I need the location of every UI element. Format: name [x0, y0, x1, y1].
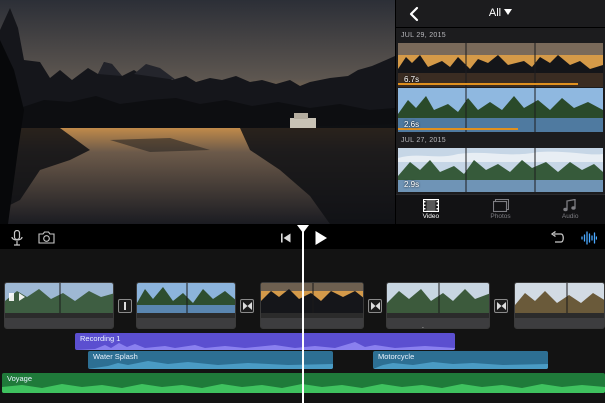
clip-audio-lane [515, 318, 604, 328]
clip-audio-lane [261, 318, 363, 328]
play-button[interactable] [312, 229, 330, 246]
transition-crossfade[interactable] [368, 299, 382, 313]
filter-dropdown[interactable]: All [396, 7, 605, 19]
clip-duration: 2.9s [404, 180, 420, 189]
clip-thumbnail-strip [387, 283, 489, 313]
tab-video-label: Video [422, 213, 440, 220]
playhead[interactable] [302, 225, 304, 403]
play-icon [315, 230, 327, 245]
photos-icon [492, 199, 509, 212]
crossfade-icon [242, 302, 252, 310]
clip-duration: 6.7s [404, 75, 420, 84]
tab-video[interactable]: Video [396, 195, 466, 224]
microphone-icon [11, 229, 23, 246]
timeline-video-clip[interactable] [260, 282, 364, 329]
clip-thumbnail-strip [398, 43, 603, 87]
clip-marker-icon [9, 293, 14, 301]
caret-down-icon [504, 9, 513, 15]
voiceover-button[interactable] [8, 229, 26, 246]
media-clip[interactable]: 6.7s [398, 43, 603, 87]
date-header: JUL 29, 2015 [401, 32, 446, 39]
transition-bar-icon [124, 302, 126, 310]
skip-back-icon [281, 233, 291, 242]
crossfade-icon [496, 302, 506, 310]
playhead-handle[interactable] [297, 225, 309, 233]
film-icon [422, 199, 439, 212]
tab-photos-label: Photos [490, 213, 511, 220]
audio-clip-label: Recording 1 [80, 334, 121, 343]
undo-icon [550, 230, 564, 243]
crossfade-icon [370, 302, 380, 310]
transition-none[interactable] [118, 299, 132, 313]
media-type-tabs: Video Photos Audio [396, 194, 605, 224]
clip-audio-lane [387, 318, 489, 328]
waveform-icon [581, 230, 597, 245]
clip-audio-lane [137, 318, 235, 328]
browser-header: All [396, 0, 605, 28]
clip-thumbnail-strip [398, 88, 603, 132]
timeline-video-clip[interactable] [514, 282, 605, 329]
clip-thumbnail-strip [137, 283, 235, 313]
date-header: JUL 27, 2015 [401, 137, 446, 144]
undo-button[interactable] [548, 229, 566, 246]
audio-clip-label: Water Splash [93, 352, 138, 361]
transition-crossfade[interactable] [240, 299, 254, 313]
audio-waveform [75, 342, 455, 350]
media-browser: All JUL 29, 2015 6.7s 2.6s JUL 27, 2015 [396, 0, 605, 224]
skip-back-button[interactable] [277, 229, 295, 246]
video-viewer[interactable] [0, 0, 395, 224]
clip-thumbnail-strip [5, 283, 113, 313]
filter-label: All [488, 7, 502, 19]
clip-thumbnail-strip [398, 148, 603, 192]
media-clip[interactable]: 2.6s [398, 88, 603, 132]
clip-thumbnail-strip [261, 283, 363, 313]
audio-clip-sfx[interactable]: Water Splash [88, 351, 333, 369]
clip-progress-bar [398, 83, 578, 85]
audio-clip-sfx[interactable]: Motorcycle [373, 351, 548, 369]
audio-clip-recording[interactable]: Recording 1 [75, 333, 455, 350]
audio-clip-label: Motorcycle [378, 352, 415, 361]
viewer-frame-image [0, 0, 395, 224]
tab-audio[interactable]: Audio [535, 195, 605, 224]
clip-thumbnail-strip [515, 283, 604, 313]
audio-clip-label: Voyage [7, 374, 33, 383]
clip-duration: 2.6s [404, 120, 420, 129]
camera-icon [37, 231, 55, 244]
clip-audio-lane [5, 318, 113, 328]
timeline-video-clip[interactable] [136, 282, 236, 329]
media-clip[interactable]: 2.9s [398, 148, 603, 192]
transition-crossfade[interactable] [494, 299, 508, 313]
audio-waveform-toggle[interactable] [580, 229, 598, 246]
clip-waveform [401, 327, 447, 328]
camera-button[interactable] [37, 229, 55, 246]
music-note-icon [563, 199, 576, 212]
timeline-video-clip[interactable] [386, 282, 490, 329]
tab-audio-label: Audio [561, 213, 579, 220]
timeline-video-clip[interactable] [4, 282, 114, 329]
tab-photos[interactable]: Photos [466, 195, 536, 224]
